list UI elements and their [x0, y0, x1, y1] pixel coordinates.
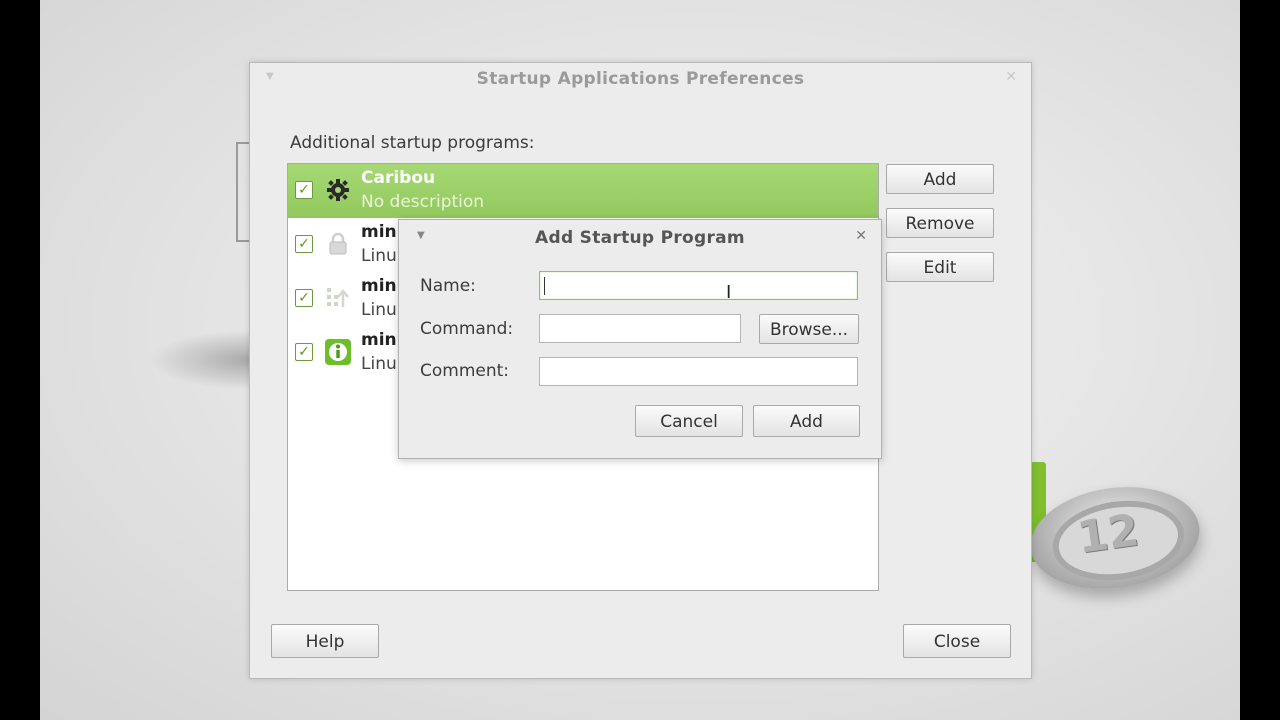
- update-icon: [324, 284, 352, 312]
- enabled-checkbox[interactable]: ✓: [295, 235, 313, 253]
- enabled-checkbox[interactable]: ✓: [295, 343, 313, 361]
- add-startup-program-dialog: ▼ Add Startup Program ✕ Name: I Command:…: [398, 219, 882, 459]
- window-title: Startup Applications Preferences: [476, 69, 805, 89]
- section-label: Additional startup programs:: [290, 133, 535, 153]
- logo-number: 12: [1074, 504, 1142, 564]
- program-description: No description: [361, 192, 485, 212]
- browse-button[interactable]: Browse...: [759, 314, 859, 344]
- program-description: Linu: [361, 354, 397, 374]
- program-name: min: [361, 222, 397, 242]
- comment-label: Comment:: [420, 361, 510, 381]
- info-icon: [324, 338, 352, 366]
- program-name: min: [361, 330, 397, 350]
- ibeam-cursor-icon: I: [726, 282, 732, 303]
- remove-button[interactable]: Remove: [886, 208, 994, 238]
- edit-button[interactable]: Edit: [886, 252, 994, 282]
- close-button[interactable]: Close: [903, 624, 1011, 658]
- name-input[interactable]: I: [539, 271, 858, 303]
- name-label: Name:: [420, 276, 476, 296]
- program-description: Linu: [361, 300, 397, 320]
- dialog-add-button[interactable]: Add: [753, 405, 860, 437]
- program-row-0[interactable]: ✓ Caribou No description: [288, 164, 878, 218]
- dialog-title: Add Startup Program: [535, 228, 745, 248]
- window-close-icon[interactable]: ✕: [1005, 69, 1017, 85]
- cancel-button[interactable]: Cancel: [635, 405, 743, 437]
- help-button[interactable]: Help: [271, 624, 379, 658]
- lock-icon: [324, 230, 352, 258]
- enabled-checkbox[interactable]: ✓: [295, 289, 313, 307]
- command-input[interactable]: [539, 314, 741, 343]
- dialog-close-icon[interactable]: ✕: [855, 228, 867, 244]
- command-label: Command:: [420, 319, 514, 339]
- mint-version-logo: 12: [1023, 476, 1207, 600]
- gear-icon: [324, 176, 352, 204]
- text-caret: [544, 277, 545, 295]
- enabled-checkbox[interactable]: ✓: [295, 181, 313, 199]
- program-name: min: [361, 276, 397, 296]
- program-name: Caribou: [361, 168, 436, 188]
- add-button[interactable]: Add: [886, 164, 994, 194]
- program-description: Linu: [361, 246, 397, 266]
- comment-input[interactable]: [539, 357, 858, 386]
